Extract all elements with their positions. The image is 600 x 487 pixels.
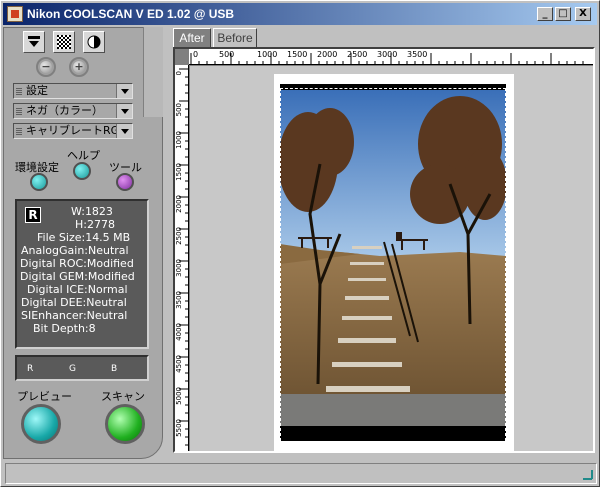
preview-button[interactable] [21, 404, 61, 444]
ruler-left-1500: 1500 [175, 163, 183, 181]
ruler-left-3000: 3000 [175, 259, 183, 277]
eject-icon[interactable] [23, 31, 45, 53]
ruler-left-4000: 4000 [175, 323, 183, 341]
vertical-ruler: 0 500 1000 1500 2000 2500 3000 3500 4000… [175, 65, 189, 451]
channel-badge: R [25, 207, 41, 223]
scanner-window: Nikon COOLSCAN V ED 1.02 @ USB _ □ X − +… [0, 0, 600, 487]
resize-grip-icon[interactable] [581, 468, 593, 480]
ruler-left-5500: 5500 [175, 419, 183, 437]
horizontal-ruler: 0 500 1000 1500 2000 2500 3000 3500 [189, 49, 593, 65]
color-mode-dropdown-value: キャリブレートRGB [26, 124, 127, 137]
info-digital-ice: Digital ICE:Normal [27, 283, 128, 296]
tab-after[interactable]: After [173, 28, 211, 47]
ruler-left-0: 0 [175, 71, 183, 76]
film-type-dropdown[interactable]: ネガ（カラー） [13, 103, 133, 119]
info-sienhancer: SIEnhancer:Neutral [21, 309, 128, 322]
ruler-top-2500: 2500 [347, 50, 368, 59]
image-viewer: After Before 0 500 1000 1500 2000 2500 3… [171, 27, 597, 459]
rgb-r-label: R [27, 364, 34, 374]
app-icon [7, 6, 23, 22]
title-bar[interactable]: Nikon COOLSCAN V ED 1.02 @ USB _ □ X [3, 3, 597, 25]
film-type-dropdown-value: ネガ（カラー） [26, 104, 103, 117]
ruler-left-1000: 1000 [175, 131, 183, 149]
grid-icon[interactable] [53, 31, 75, 53]
info-height: H:2778 [75, 218, 115, 231]
info-analog-gain: AnalogGain:Neutral [21, 244, 129, 257]
env-settings-button[interactable] [30, 173, 48, 191]
zoom-out-button[interactable]: − [36, 57, 56, 77]
ruler-top-2000: 2000 [317, 50, 338, 59]
tab-before[interactable]: Before [213, 28, 257, 47]
info-digital-gem: Digital GEM:Modified [20, 270, 135, 283]
ruler-left-2000: 2000 [175, 195, 183, 213]
contrast-icon[interactable] [83, 31, 105, 53]
info-digital-dee: Digital DEE:Neutral [21, 296, 127, 309]
scan-button[interactable] [105, 404, 145, 444]
crop-selection[interactable] [280, 88, 506, 446]
image-info-panel: R W:1823 H:2778 File Size:14.5 MB Analog… [15, 199, 149, 349]
ruler-left-3500: 3500 [175, 291, 183, 309]
ruler-top-1500: 1500 [287, 50, 308, 59]
ruler-left-2500: 2500 [175, 227, 183, 245]
info-bit-depth: Bit Depth:8 [33, 322, 96, 335]
color-mode-dropdown[interactable]: キャリブレートRGB [13, 123, 133, 139]
preview-canvas: 0 500 1000 1500 2000 2500 3000 3500 0 50… [173, 47, 595, 453]
film-frame [274, 74, 514, 452]
panel-scroll-strip [143, 27, 163, 117]
zoom-in-icon: + [73, 60, 85, 73]
control-panel: − + 設定 ネガ（カラー） キャリブレートRGB 環境設定 ヘルプ ツール R… [3, 27, 163, 459]
info-file-size: File Size:14.5 MB [37, 231, 131, 244]
minimize-button[interactable]: _ [537, 7, 553, 21]
chevron-down-icon[interactable] [116, 84, 132, 98]
ruler-top-1000: 1000 [257, 50, 278, 59]
ruler-left-5000: 5000 [175, 387, 183, 405]
settings-dropdown-value: 設定 [26, 84, 48, 97]
zoom-out-icon: − [40, 60, 52, 73]
rgb-g-label: G [69, 364, 76, 374]
ruler-left-4500: 4500 [175, 355, 183, 373]
settings-dropdown[interactable]: 設定 [13, 83, 133, 99]
help-label: ヘルプ [67, 149, 100, 162]
maximize-button[interactable]: □ [555, 7, 571, 21]
rgb-readout: R G B [15, 355, 149, 381]
chevron-down-icon[interactable] [116, 104, 132, 118]
info-width: W:1823 [71, 205, 113, 218]
scan-label: スキャン [101, 390, 145, 403]
preview-workspace [190, 66, 593, 452]
help-button[interactable] [73, 162, 91, 180]
ruler-top-3500: 3500 [407, 50, 428, 59]
status-bar [5, 463, 597, 484]
info-digital-roc: Digital ROC:Modified [20, 257, 134, 270]
zoom-in-button[interactable]: + [69, 57, 89, 77]
preview-label: プレビュー [17, 390, 72, 403]
ruler-left-500: 500 [175, 103, 183, 117]
close-button[interactable]: X [575, 7, 591, 21]
tool-button[interactable] [116, 173, 134, 191]
ruler-top-0: 0 [193, 50, 199, 59]
rgb-b-label: B [111, 364, 118, 374]
window-title: Nikon COOLSCAN V ED 1.02 @ USB [27, 7, 235, 21]
ruler-top-3000: 3000 [377, 50, 398, 59]
ruler-top-500: 500 [219, 50, 235, 59]
chevron-down-icon[interactable] [116, 124, 132, 138]
